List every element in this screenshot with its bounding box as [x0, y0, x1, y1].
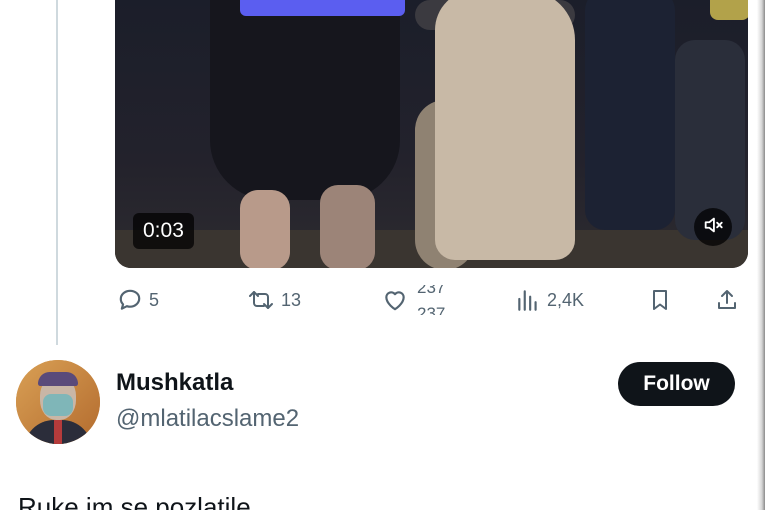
speaker-muted-icon — [702, 214, 724, 241]
like-count: 237 237 — [417, 285, 457, 315]
video-frame-figure — [210, 0, 400, 200]
bookmark-icon — [648, 287, 672, 313]
video-frame-figure — [240, 190, 290, 268]
views-icon — [515, 287, 541, 313]
reply-button[interactable]: 5 — [117, 280, 159, 320]
like-count-next: 237 — [417, 304, 446, 315]
like-count-current: 237 — [417, 285, 446, 297]
bookmark-button[interactable] — [648, 280, 672, 320]
repost-button[interactable]: 13 — [247, 280, 301, 320]
thread-connector-line — [56, 0, 58, 345]
like-button[interactable]: 237 237 — [381, 280, 457, 320]
page-edge — [757, 0, 765, 510]
video-frame-figure — [240, 0, 405, 16]
video-frame-figure — [585, 0, 675, 230]
video-frame-figure — [710, 0, 748, 20]
video-frame-figure — [435, 0, 575, 260]
reply-icon — [117, 287, 143, 313]
mute-button[interactable] — [694, 208, 732, 246]
avatar[interactable] — [16, 360, 100, 444]
avatar-figure — [38, 372, 78, 386]
avatar-figure — [54, 420, 62, 444]
post-text: Ruke im se pozlatile — [18, 492, 251, 510]
post-actions-bar: 5 13 237 237 2,4K — [115, 280, 748, 320]
video-player[interactable]: 0:03 — [115, 0, 748, 268]
repost-count: 13 — [281, 289, 302, 310]
follow-button[interactable]: Follow — [618, 362, 735, 406]
share-icon — [715, 287, 739, 313]
author-handle[interactable]: @mlatilacslame2 — [116, 405, 299, 433]
video-duration: 0:03 — [133, 213, 194, 249]
avatar-figure — [43, 394, 73, 416]
video-frame-figure — [320, 185, 375, 268]
views-count: 2,4K — [547, 289, 585, 310]
author-display-name[interactable]: Mushkatla — [116, 369, 233, 397]
share-button[interactable] — [715, 280, 739, 320]
views-button[interactable]: 2,4K — [515, 280, 584, 320]
like-icon — [381, 287, 409, 313]
reply-count: 5 — [149, 289, 160, 310]
repost-icon — [247, 287, 275, 313]
